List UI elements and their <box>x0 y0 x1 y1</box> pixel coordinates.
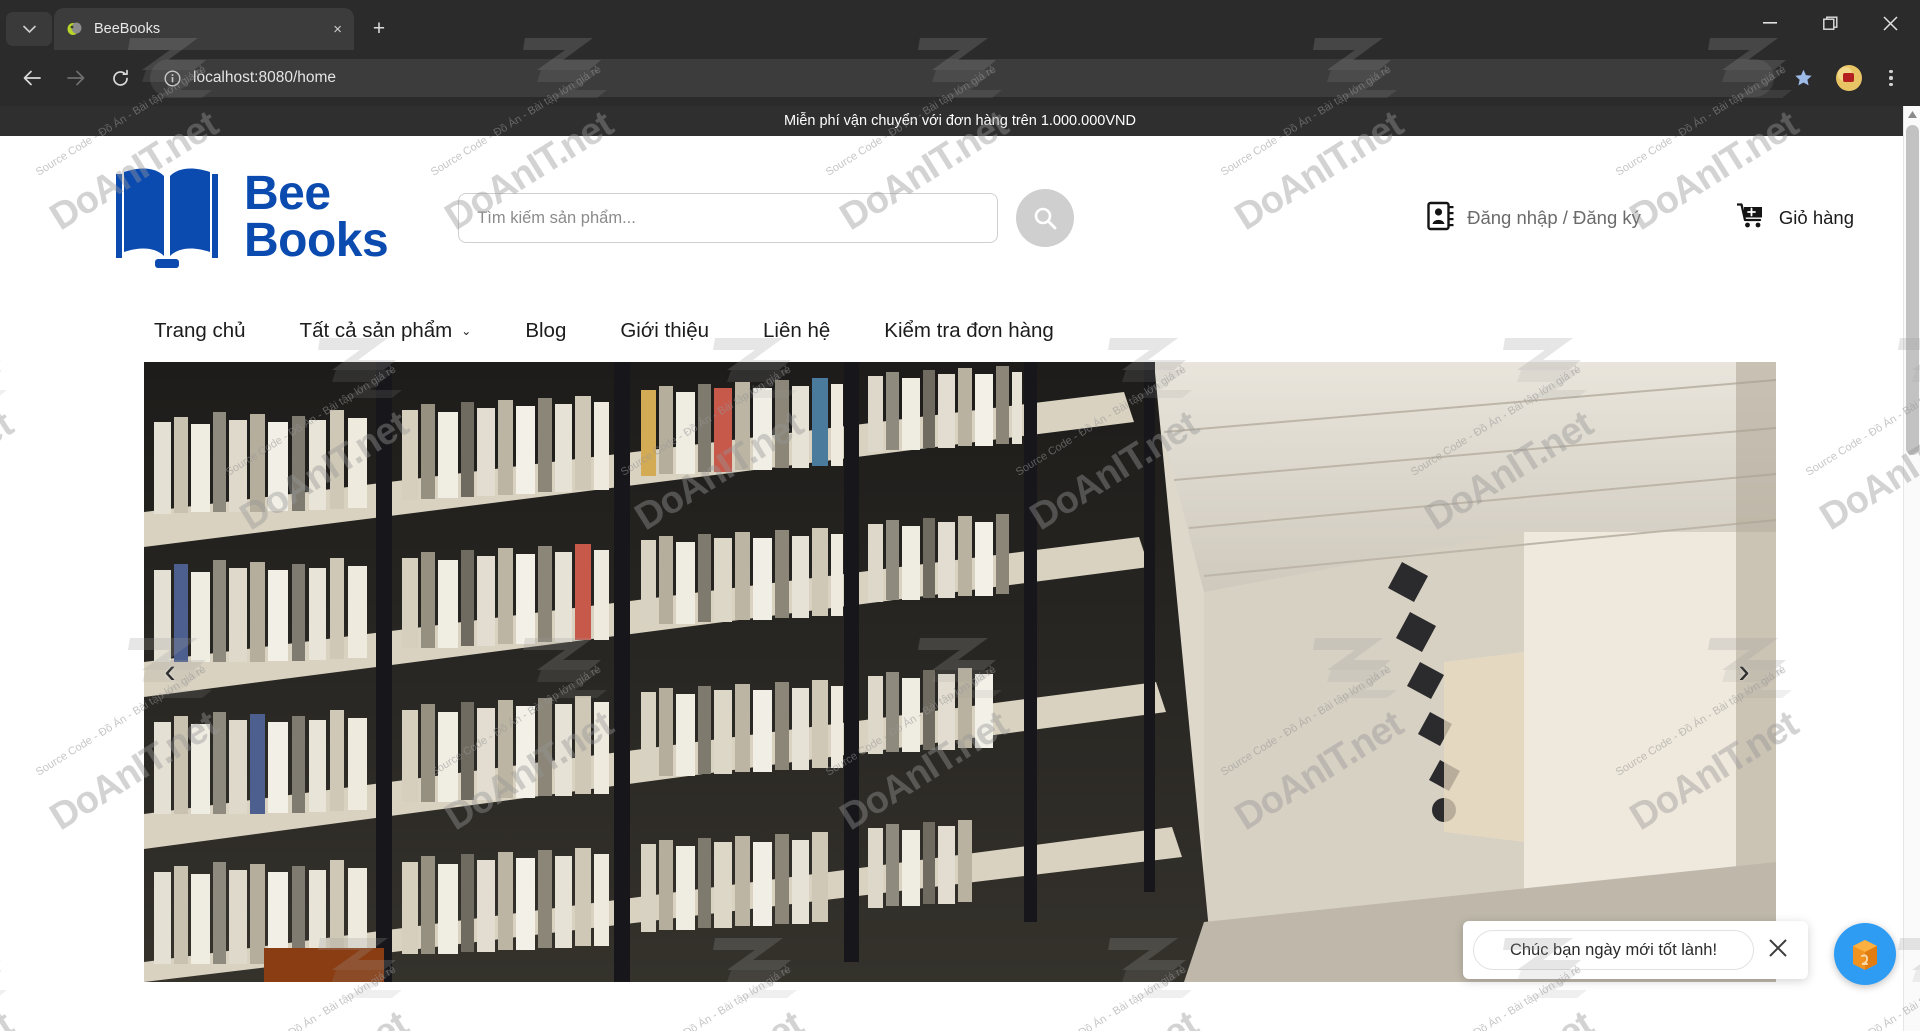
nav-item-lien-he[interactable]: Liên hệ <box>736 319 857 343</box>
search-input[interactable] <box>458 193 999 243</box>
main-navigation: Trang chủ Tất cả sản phẩm ⌄ Blog Giới th… <box>0 300 1920 362</box>
bookmark-star-icon[interactable] <box>1786 61 1820 95</box>
close-icon <box>1769 939 1787 957</box>
window-controls <box>1740 0 1920 46</box>
carousel-prev-button[interactable]: ‹ <box>150 653 190 692</box>
chat-widget-button[interactable] <box>1834 923 1896 985</box>
bee-favicon <box>66 20 84 38</box>
minimize-button[interactable] <box>1740 0 1800 46</box>
carousel-slide-image <box>144 362 1776 982</box>
reload-button[interactable] <box>100 58 140 98</box>
reload-icon <box>112 69 128 86</box>
search-icon <box>1034 207 1057 230</box>
nav-label: Liên hệ <box>763 319 831 342</box>
browser-toolbar: localhost:8080/home <box>0 50 1920 106</box>
back-button[interactable] <box>12 58 52 98</box>
three-dot-menu-icon[interactable] <box>1874 59 1908 97</box>
site-header: Bee Books Tìm kiếm sản phẩm... Đăng nhập… <box>0 136 1920 300</box>
account-label: Đăng nhập / Đăng ký <box>1467 207 1641 228</box>
browser-window: BeeBooks × + localhost:8080/home Miễn ph… <box>0 0 1920 1031</box>
chevron-down-icon <box>22 25 36 33</box>
nav-item-kiem-tra-don-hang[interactable]: Kiểm tra đơn hàng <box>857 319 1081 343</box>
tab-search-button[interactable] <box>6 12 52 46</box>
nav-item-gioi-thieu[interactable]: Giới thiệu <box>593 319 736 343</box>
maximize-button[interactable] <box>1800 0 1860 46</box>
brand-line-1: Bee <box>244 167 331 221</box>
tab-close-button[interactable]: × <box>333 22 342 37</box>
package-box-icon <box>1853 940 1877 970</box>
tab-strip: BeeBooks × + <box>0 0 1920 50</box>
chat-toast-message: Chúc bạn ngày mới tốt lành! <box>1473 930 1754 970</box>
site-logo[interactable]: Bee Books <box>108 160 389 276</box>
search-button[interactable] <box>1016 189 1075 247</box>
contact-card-icon <box>1427 201 1455 236</box>
hero-carousel[interactable]: ‹ › <box>144 362 1776 982</box>
brand-name: Bee Books <box>244 167 389 267</box>
nav-item-trang-chu[interactable]: Trang chủ <box>148 319 273 343</box>
brand-line-2: Books <box>244 214 389 267</box>
promo-text: Miễn phí vận chuyển với đơn hàng trên 1.… <box>784 113 1136 129</box>
profile-avatar[interactable] <box>1836 65 1862 91</box>
scrollbar-thumb[interactable] <box>1906 125 1919 455</box>
header-actions: Đăng nhập / Đăng ký Giỏ hàng <box>1427 201 1854 236</box>
chevron-down-icon: ⌄ <box>461 324 472 338</box>
chat-toast-close-button[interactable] <box>1764 938 1792 962</box>
nav-label: Blog <box>525 319 567 342</box>
scroll-up-button[interactable] <box>1904 106 1920 123</box>
nav-label: Giới thiệu <box>620 319 709 342</box>
nav-label: Trang chủ <box>154 319 246 342</box>
browser-tab[interactable]: BeeBooks × <box>54 8 354 50</box>
promo-bar: Miễn phí vận chuyển với đơn hàng trên 1.… <box>0 106 1920 136</box>
cart-plus-icon <box>1736 202 1767 235</box>
page-viewport: Miễn phí vận chuyển với đơn hàng trên 1.… <box>0 106 1920 1031</box>
nav-label: Tất cả sản phẩm <box>299 319 453 342</box>
chat-toast: Chúc bạn ngày mới tốt lành! <box>1463 921 1808 979</box>
url-text: localhost:8080/home <box>193 69 337 86</box>
open-book-icon <box>108 160 226 276</box>
cart-label: Giỏ hàng <box>1778 207 1854 228</box>
arrow-right-icon <box>67 70 85 86</box>
cart-link[interactable]: Giỏ hàng <box>1736 202 1854 235</box>
forward-button[interactable] <box>56 58 96 98</box>
account-link[interactable]: Đăng nhập / Đăng ký <box>1427 201 1641 236</box>
nav-item-blog[interactable]: Blog <box>498 319 593 343</box>
page-scrollbar[interactable] <box>1903 106 1920 1031</box>
arrow-left-icon <box>23 70 41 86</box>
tab-title: BeeBooks <box>94 21 161 37</box>
address-bar[interactable]: localhost:8080/home <box>150 59 1774 97</box>
search-area <box>458 189 1075 247</box>
new-tab-button[interactable]: + <box>362 12 396 46</box>
info-circle-icon[interactable] <box>158 64 186 92</box>
nav-item-tat-ca-san-pham[interactable]: Tất cả sản phẩm ⌄ <box>273 319 499 343</box>
close-window-button[interactable] <box>1860 0 1920 46</box>
carousel-next-button[interactable]: › <box>1724 653 1764 692</box>
nav-label: Kiểm tra đơn hàng <box>884 319 1054 342</box>
